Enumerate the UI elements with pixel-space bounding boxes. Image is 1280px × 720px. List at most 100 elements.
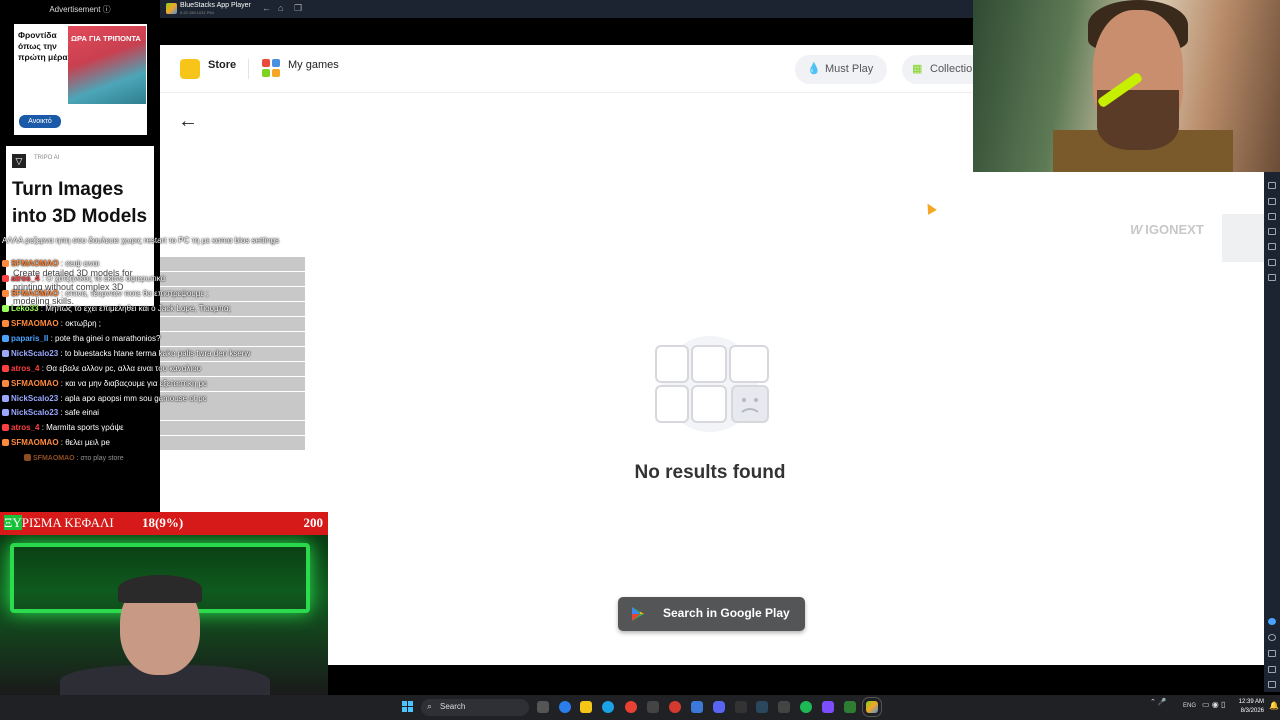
chat-username[interactable]: SFMAOMAO (11, 289, 59, 298)
bluestacks-taskbar-icon[interactable] (862, 697, 882, 717)
collections-tab[interactable]: ▦ Collectio (902, 55, 973, 84)
chat-separator: : (58, 408, 65, 417)
app-icon-1[interactable] (647, 701, 659, 713)
search-icon: ⌕ (427, 701, 433, 711)
sidebar-recent-icon[interactable] (1268, 681, 1276, 688)
chat-message: NickScalo23 : apla apo apopsi mm sou gam… (2, 392, 305, 406)
chat-username[interactable]: SFMAOMAO (11, 319, 59, 328)
chat-badge-icon (2, 320, 9, 327)
watermark-logo-icon: W (1130, 222, 1143, 237)
notepad-icon[interactable] (844, 701, 856, 713)
sidebar-help-icon[interactable] (1268, 618, 1276, 625)
my-games-icon[interactable] (262, 59, 281, 78)
sidebar-volume-icon[interactable] (1268, 198, 1276, 205)
app-icon-5[interactable] (822, 701, 834, 713)
bluestacks-right-sidebar (1264, 172, 1280, 692)
chat-username[interactable]: NickScalo23 (11, 408, 58, 417)
chat-message: NickScalo23 : to bluestacks htane terma … (2, 347, 305, 361)
edge-icon[interactable] (602, 701, 614, 713)
chat-username[interactable]: NickScalo23 (11, 394, 58, 403)
nav-divider (248, 59, 249, 79)
chat-badge-icon (2, 395, 9, 402)
task-view-icon[interactable] (537, 701, 549, 713)
sidebar-keyboard-icon[interactable] (1268, 213, 1276, 220)
ad2-brand: TRIPO AI (34, 155, 60, 161)
watermark-text: IGONEXT (1145, 222, 1204, 237)
score-label-highlight: ΞΥ (4, 515, 22, 530)
chat-message: SFMAOMAO : θελει μειλ pe (2, 436, 305, 450)
must-play-label: Must Play (825, 63, 874, 75)
taskbar-search[interactable]: ⌕ Search (421, 699, 529, 716)
chat-message: SFMAOMAO : σπινα, τέορνταν ποτε θα επιστ… (2, 287, 305, 301)
chrome-icon[interactable] (625, 701, 637, 713)
chat-username[interactable]: NickScalo23 (11, 349, 58, 358)
tray-chevron-icon[interactable]: ⌃ 🎤 (1150, 698, 1167, 706)
chat-text: Marmita sports γράψε (46, 423, 124, 432)
multi-instance-icon[interactable]: ❐ (294, 3, 302, 14)
copilot-icon[interactable] (559, 701, 571, 713)
app-icon-2[interactable] (669, 701, 681, 713)
sidebar-rotate-icon[interactable] (1268, 228, 1276, 235)
clock-time: 12:39 AM (1238, 699, 1264, 705)
chat-badge-icon (2, 335, 9, 342)
chat-username[interactable]: atros_4 (11, 423, 39, 432)
discord-icon[interactable] (713, 701, 725, 713)
chat-text: safe einai (64, 408, 100, 417)
home-icon[interactable]: ⌂ (278, 3, 283, 13)
tripo-logo-icon: ▽ (12, 154, 26, 168)
clock-date: 8/3/2026 (1240, 708, 1264, 714)
store-icon[interactable] (180, 59, 200, 79)
chat-username[interactable]: Leko33 (11, 304, 39, 313)
spotify-icon[interactable] (800, 701, 812, 713)
chat-username[interactable]: SFMAOMAO (33, 455, 75, 462)
must-play-tab[interactable]: 💧 Must Play (795, 55, 887, 84)
notifications-icon[interactable]: 🔔 (1269, 701, 1279, 710)
chat-message: Leko33 : Μηπως το εχει επιμεληθει και ο … (2, 302, 305, 316)
chat-message: atros_4 : Θα εβαλε αλλον pc, αλλα ειναι … (2, 362, 305, 376)
chat-username[interactable]: SFMAOMAO (11, 379, 59, 388)
store-navbar: Store My games 💧 Must Play ▦ Collectio (160, 45, 973, 93)
file-explorer-icon[interactable] (580, 701, 592, 713)
chat-text: to bluestacks htane terma kako palis twr… (64, 349, 251, 358)
sidebar-screenshot-icon[interactable] (1268, 274, 1276, 281)
sidebar-shake-icon[interactable] (1268, 243, 1276, 250)
chat-badge-icon (2, 424, 9, 431)
collections-label: Collectio (930, 63, 973, 75)
search-google-play-button[interactable]: Search in Google Play (618, 597, 805, 631)
sidebar-fullscreen-icon[interactable] (1268, 182, 1276, 189)
capcut-icon[interactable] (735, 701, 747, 713)
sidebar-home-icon[interactable] (1268, 666, 1276, 673)
taskbar-search-label: Search (440, 702, 466, 711)
chat-badge-icon (24, 454, 31, 461)
toolbar-strip (160, 18, 973, 45)
ad-banner-1[interactable]: Φροντίδα όπως την πρώτη μέρα ΩΡΑ ΓΙΑ ΤΡΙ… (14, 24, 147, 135)
bluestacks-logo-icon (166, 3, 177, 14)
chat-username[interactable]: SFMAOMAO (11, 259, 59, 268)
chat-username[interactable]: SFMAOMAO (11, 438, 59, 447)
nav-my-games[interactable]: My games (288, 59, 339, 71)
clock[interactable]: 12:39 AM 8/3/2026 (1230, 698, 1264, 716)
back-nav-icon[interactable]: ← (262, 3, 271, 13)
window-version: 5.22.155.1031 P64 (180, 10, 214, 15)
chat-username[interactable]: atros_4 (11, 274, 39, 283)
chat-message: SFMAOMAO : σειψ ειναι (2, 257, 305, 271)
language-indicator[interactable]: ENG (1183, 703, 1196, 709)
chat-text: θελει μειλ pe (65, 438, 110, 447)
ad1-image: ΩΡΑ ΓΙΑ ΤΡΙΠΟΝΤΑ (68, 26, 146, 104)
bluestacks-bottom-bar (329, 665, 1264, 695)
sidebar-back-icon[interactable] (1268, 650, 1276, 657)
app-icon-4[interactable] (778, 701, 790, 713)
chat-username[interactable]: paparis_II (11, 334, 48, 343)
nav-store[interactable]: Store (208, 59, 236, 71)
grid-icon: ▦ (912, 63, 923, 75)
ad1-open-button[interactable]: Ανοικτό (19, 115, 61, 128)
start-button-icon[interactable] (402, 701, 414, 713)
app-icon-3[interactable] (691, 701, 703, 713)
chat-username[interactable]: atros_4 (11, 364, 39, 373)
sidebar-settings-icon[interactable] (1268, 634, 1276, 641)
chat-badge-icon (2, 290, 9, 297)
sidebar-layers-icon[interactable] (1268, 259, 1276, 266)
steam-icon[interactable] (756, 701, 768, 713)
network-volume-battery-icon[interactable]: ▭ ◉ ▯ (1202, 700, 1225, 709)
back-arrow-icon[interactable]: ← (178, 110, 198, 133)
